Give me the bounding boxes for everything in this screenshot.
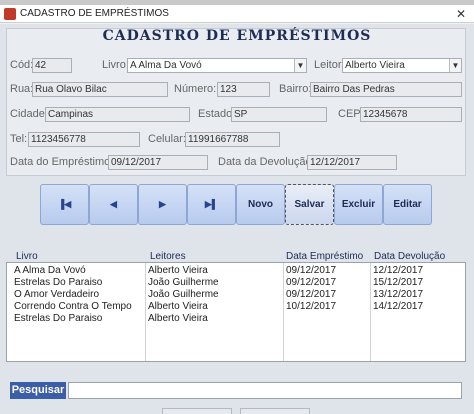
list-cell-data-devolucao: 15/12/2017 bbox=[373, 277, 424, 288]
bairro-field[interactable]: Bairro Das Pedras bbox=[310, 82, 462, 97]
list-cell-livro: A Alma Da Vovó bbox=[14, 265, 86, 276]
list-cell-data-emprestimo: 09/12/2017 bbox=[286, 289, 337, 300]
list-cell-data-devolucao: 12/12/2017 bbox=[373, 265, 424, 276]
bottom-button[interactable] bbox=[240, 408, 310, 414]
list-cell-leitor: João Guilherme bbox=[148, 289, 219, 300]
previous-record-button[interactable]: ◀ bbox=[89, 184, 138, 225]
leitor-value: Alberto Vieira bbox=[345, 60, 405, 71]
title-bar: CADASTRO DE EMPRÉSTIMOS ✕ bbox=[0, 5, 474, 23]
list-item[interactable]: Estrelas Do Paraiso Alberto Vieira bbox=[7, 313, 465, 325]
novo-button[interactable]: Novo bbox=[236, 184, 285, 225]
list-cell-data-devolucao: 14/12/2017 bbox=[373, 301, 424, 312]
tel-label: Tel: bbox=[10, 133, 28, 145]
list-cell-leitor: Alberto Vieira bbox=[148, 265, 208, 276]
cidade-field[interactable]: Campinas bbox=[45, 107, 190, 122]
celular-field[interactable]: 11991667788 bbox=[185, 132, 280, 147]
list-cell-data-devolucao: 13/12/2017 bbox=[373, 289, 424, 300]
list-cell-data-emprestimo: 09/12/2017 bbox=[286, 277, 337, 288]
form-icon bbox=[4, 8, 16, 20]
data-emprestimo-field[interactable]: 09/12/2017 bbox=[108, 155, 208, 170]
numero-field[interactable]: 123 bbox=[217, 82, 270, 97]
search-input[interactable] bbox=[68, 382, 462, 399]
form-title: CADASTRO DE EMPRÉSTIMOS bbox=[102, 28, 372, 44]
list-header-leitores: Leitores bbox=[150, 251, 186, 262]
last-record-button[interactable]: ▶▌ bbox=[187, 184, 236, 225]
chevron-down-icon[interactable]: ▼ bbox=[294, 59, 306, 72]
list-cell-data-emprestimo: 10/12/2017 bbox=[286, 301, 337, 312]
list-item[interactable]: O Amor Verdadeiro João Guilherme 09/12/2… bbox=[7, 289, 465, 301]
estado-label: Estado: bbox=[198, 108, 236, 120]
estado-field[interactable]: SP bbox=[231, 107, 327, 122]
loans-listbox[interactable]: A Alma Da Vovó Alberto Vieira 09/12/2017… bbox=[6, 262, 466, 362]
list-cell-livro: Estrelas Do Paraiso bbox=[14, 277, 103, 288]
data-devolucao-field[interactable]: 12/12/2017 bbox=[307, 155, 397, 170]
livro-combo[interactable]: A Alma Da Vovó ▼ bbox=[127, 58, 307, 73]
chevron-down-icon[interactable]: ▼ bbox=[449, 59, 461, 72]
list-cell-leitor: João Guilherme bbox=[148, 277, 219, 288]
window-title: CADASTRO DE EMPRÉSTIMOS bbox=[20, 8, 169, 19]
close-icon[interactable]: ✕ bbox=[452, 5, 470, 23]
first-record-button[interactable]: ▐◀ bbox=[40, 184, 89, 225]
list-cell-data-emprestimo: 09/12/2017 bbox=[286, 265, 337, 276]
rua-label: Rua: bbox=[10, 83, 34, 95]
data-emprestimo-label: Data do Empréstimo: bbox=[10, 156, 114, 168]
livro-value: A Alma Da Vovó bbox=[130, 60, 202, 71]
list-header-livro: Livro bbox=[16, 251, 38, 262]
tel-field[interactable]: 1123456778 bbox=[28, 132, 140, 147]
next-record-button[interactable]: ▶ bbox=[138, 184, 187, 225]
livro-label: Livro: bbox=[102, 59, 129, 71]
cidade-label: Cidade: bbox=[10, 108, 48, 120]
list-cell-leitor: Alberto Vieira bbox=[148, 313, 208, 324]
numero-label: Número: bbox=[174, 83, 217, 95]
cep-field[interactable]: 12345678 bbox=[360, 107, 462, 122]
list-item[interactable]: A Alma Da Vovó Alberto Vieira 09/12/2017… bbox=[7, 265, 465, 277]
rua-field[interactable]: Rua Olavo Bilac bbox=[32, 82, 168, 97]
list-item[interactable]: Correndo Contra O Tempo Alberto Vieira 1… bbox=[7, 301, 465, 313]
action-toolbar: ▐◀ ◀ ▶ ▶▌ Novo Salvar Excluir Editar bbox=[40, 184, 436, 228]
celular-label: Celular: bbox=[148, 133, 186, 145]
list-cell-livro: Correndo Contra O Tempo bbox=[14, 301, 132, 312]
form-area: CADASTRO DE EMPRÉSTIMOS Cód: 42 Livro: A… bbox=[0, 24, 474, 414]
list-cell-leitor: Alberto Vieira bbox=[148, 301, 208, 312]
cod-field[interactable]: 42 bbox=[32, 58, 72, 73]
first-record-icon: ▐◀ bbox=[57, 199, 72, 209]
previous-record-icon: ◀ bbox=[110, 199, 117, 209]
salvar-button[interactable]: Salvar bbox=[285, 184, 334, 225]
list-header-data-emprestimo: Data Empréstimo bbox=[286, 251, 364, 262]
details-panel bbox=[6, 28, 466, 176]
search-label: Pesquisar bbox=[10, 382, 66, 399]
bottom-button[interactable] bbox=[162, 408, 232, 414]
last-record-icon: ▶▌ bbox=[204, 199, 219, 209]
editar-button[interactable]: Editar bbox=[383, 184, 432, 225]
data-devolucao-label: Data da Devolução: bbox=[218, 156, 315, 168]
excluir-button[interactable]: Excluir bbox=[334, 184, 383, 225]
bairro-label: Bairro: bbox=[279, 83, 312, 95]
leitor-combo[interactable]: Alberto Vieira ▼ bbox=[342, 58, 462, 73]
next-record-icon: ▶ bbox=[159, 199, 166, 209]
list-item[interactable]: Estrelas Do Paraiso João Guilherme 09/12… bbox=[7, 277, 465, 289]
list-cell-livro: O Amor Verdadeiro bbox=[14, 289, 100, 300]
leitor-label: Leitor: bbox=[314, 59, 345, 71]
list-header-data-devolucao: Data Devolução bbox=[374, 251, 446, 262]
list-cell-livro: Estrelas Do Paraiso bbox=[14, 313, 103, 324]
cod-label: Cód: bbox=[10, 59, 34, 71]
